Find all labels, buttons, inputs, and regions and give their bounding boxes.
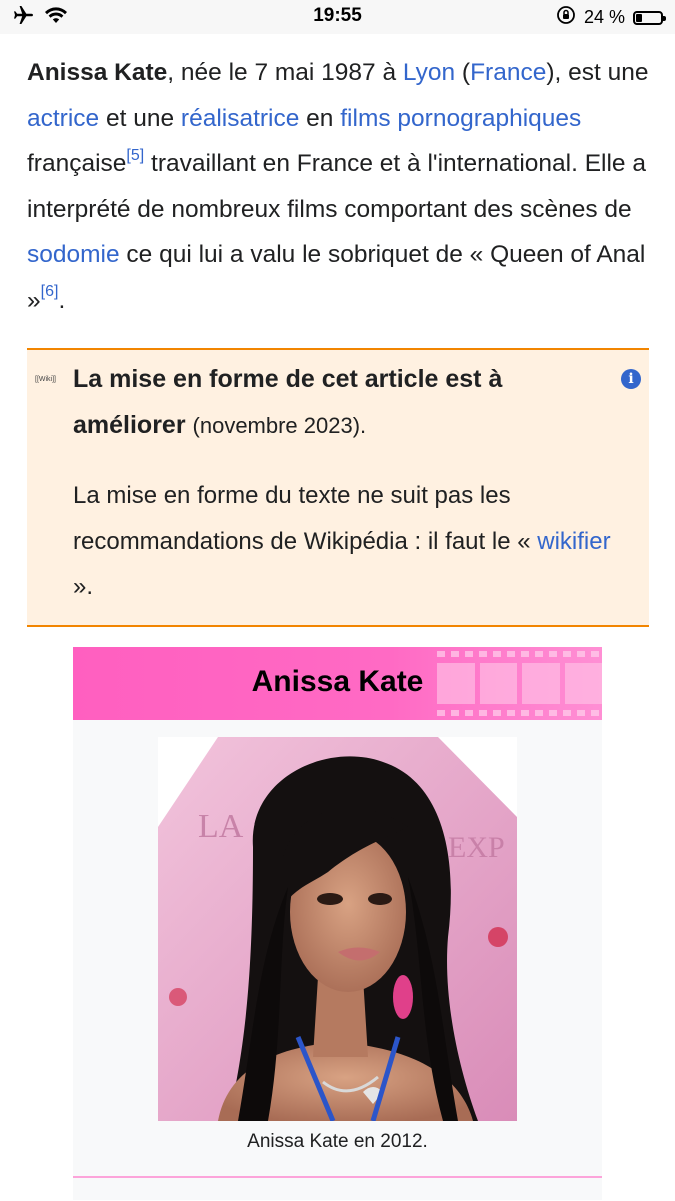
- photo-caption: Anissa Kate en 2012.: [247, 1131, 428, 1152]
- notice-body: La mise en forme du texte ne suit pas le…: [73, 473, 613, 610]
- article-intro: Anissa Kate, née le 7 mai 1987 à Lyon (F…: [27, 50, 657, 323]
- link-france[interactable]: France: [470, 59, 546, 86]
- portrait-photo[interactable]: LA EXP: [158, 737, 517, 1121]
- link-films-pornographiques[interactable]: films pornographiques: [340, 105, 581, 132]
- link-lyon[interactable]: Lyon: [403, 59, 455, 86]
- intro-text: .: [58, 286, 66, 314]
- intro-text: et une: [99, 104, 181, 132]
- intro-text: (: [455, 59, 471, 86]
- info-icon[interactable]: i: [621, 369, 641, 389]
- svg-text:EXP: EXP: [448, 831, 505, 864]
- intro-text: française: [27, 150, 127, 177]
- infobox: Anissa Kate LA EXP Anissa Kate en 2012.: [73, 647, 602, 1200]
- subject-name: Anissa Kate: [27, 59, 168, 86]
- intro-text: ), est une: [546, 59, 649, 86]
- link-sodomie[interactable]: sodomie: [27, 241, 120, 268]
- reference-5[interactable]: [5]: [126, 147, 144, 164]
- svg-text:LA: LA: [198, 808, 244, 845]
- intro-text: , née le 7 mai 1987 à: [167, 59, 403, 86]
- battery-fill: [636, 13, 642, 22]
- notice-body-text: La mise en forme du texte ne suit pas le…: [73, 482, 538, 555]
- notice-date: (novembre 2023).: [192, 413, 367, 438]
- battery-icon: [633, 10, 666, 25]
- maintenance-notice: [[Wiki]] La mise en forme de cet article…: [27, 348, 649, 627]
- wiki-image-placeholder: [[Wiki]]: [35, 376, 56, 383]
- infobox-title: Anissa Kate: [251, 665, 424, 698]
- reference-6[interactable]: [6]: [41, 283, 59, 300]
- intro-text: ce qui lui a valu le sobriquet de « Quee…: [27, 241, 646, 314]
- battery-percent: 24 %: [583, 7, 625, 27]
- infobox-divider: [73, 1176, 602, 1178]
- link-realisatrice[interactable]: réalisatrice: [181, 105, 299, 132]
- notice-body-text: ».: [73, 573, 94, 600]
- link-actrice[interactable]: actrice: [27, 105, 99, 132]
- link-wikifier[interactable]: wikifier: [537, 528, 610, 555]
- intro-text: en: [299, 104, 341, 132]
- orientation-lock-icon: [556, 5, 576, 30]
- infobox-header: Anissa Kate: [73, 647, 602, 720]
- notice-title: La mise en forme de cet article est à am…: [73, 356, 593, 449]
- status-bar: 19:55 24 %: [0, 0, 675, 34]
